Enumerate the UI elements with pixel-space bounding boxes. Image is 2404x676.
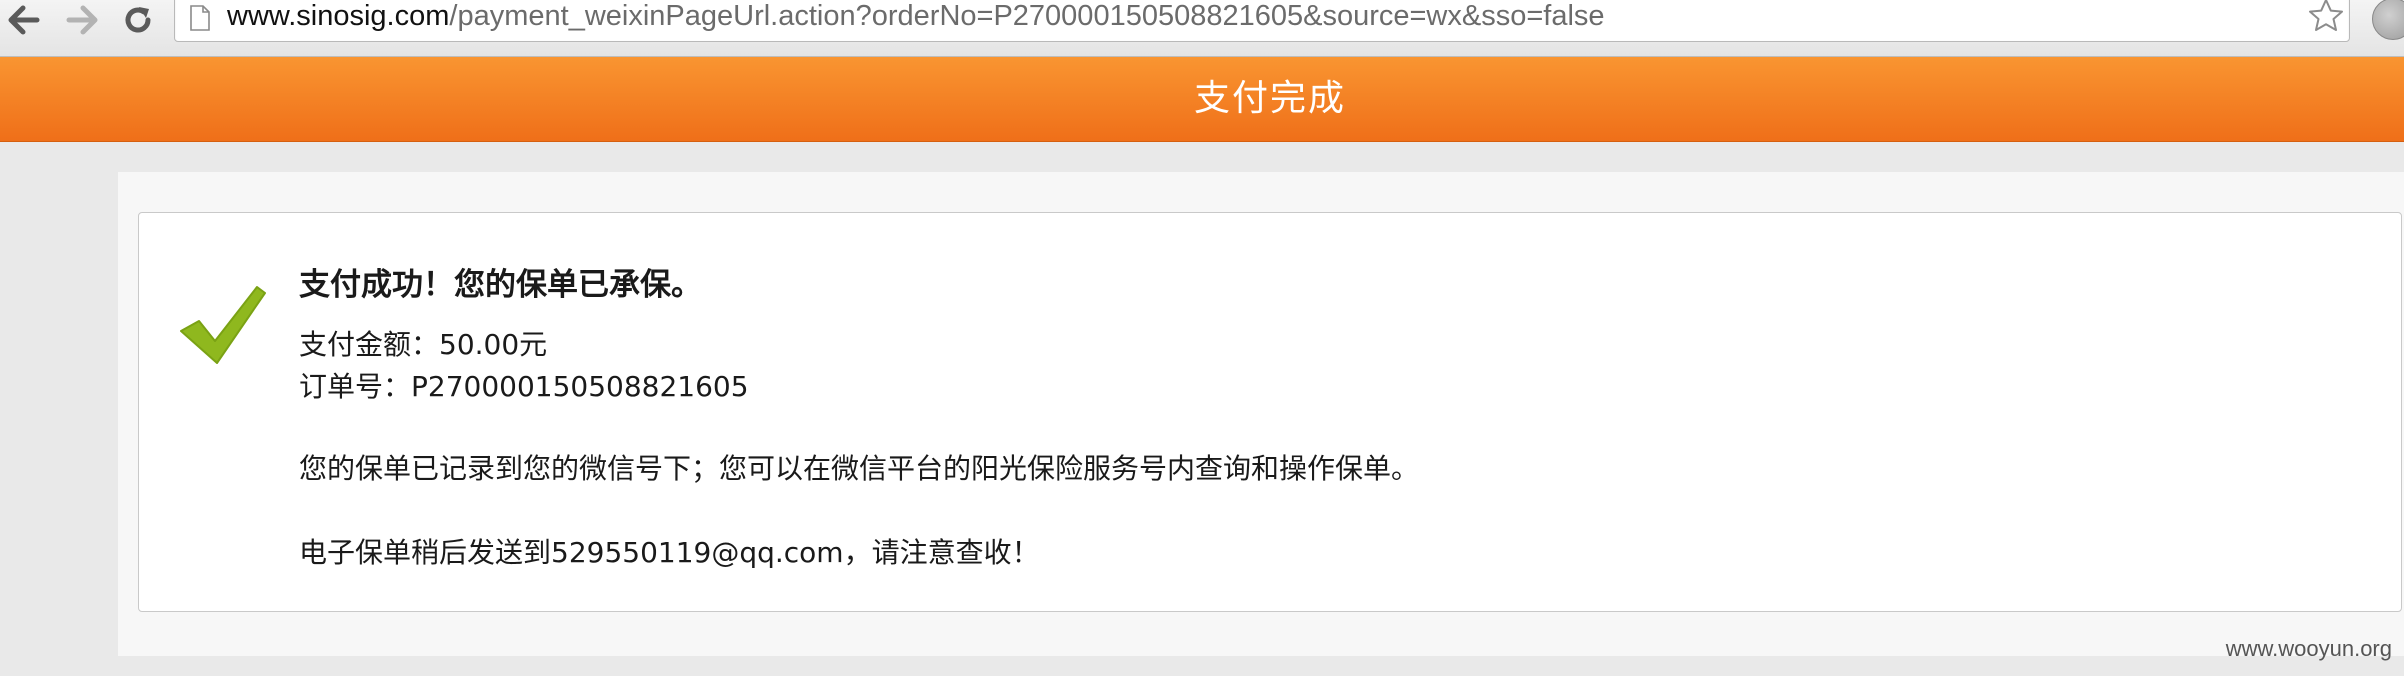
email-note: 电子保单稍后发送到529550119@qq.com，请注意查收！	[299, 536, 1040, 569]
checkmark-icon	[180, 286, 266, 364]
order-number: 订单号：P270000150508821605	[299, 370, 749, 403]
avatar-icon[interactable]	[2372, 0, 2404, 40]
payment-amount: 支付金额：50.00元	[299, 328, 548, 361]
url-domain: www.sinosig.com	[227, 0, 450, 32]
success-title: 支付成功！您的保单已承保。	[299, 267, 702, 303]
back-button[interactable]	[2, 0, 46, 40]
reload-button[interactable]	[116, 0, 160, 40]
watermark: www.wooyun.org	[2225, 636, 2392, 661]
document-icon	[190, 5, 210, 31]
page-title: 支付完成	[1193, 78, 1346, 119]
forward-button[interactable]	[60, 0, 104, 40]
policy-note: 您的保单已记录到您的微信号下；您可以在微信平台的阳光保险服务号内查询和操作保单。	[299, 452, 1420, 485]
content-panel: 支付成功！您的保单已承保。 支付金额：50.00元 订单号：P270000150…	[118, 172, 2404, 656]
url-path: /payment_weixinPageUrl.action?orderNo=P2…	[449, 0, 1605, 32]
browser-toolbar: www.sinosig.com/payment_weixinPageUrl.ac…	[0, 0, 2404, 57]
payment-result-card: 支付成功！您的保单已承保。 支付金额：50.00元 订单号：P270000150…	[138, 212, 2402, 612]
arrow-left-icon	[8, 5, 40, 35]
url-text[interactable]: www.sinosig.com/payment_weixinPageUrl.ac…	[227, 0, 1605, 36]
star-icon[interactable]	[2307, 0, 2345, 35]
page-header: 支付完成	[0, 57, 2404, 142]
arrow-right-icon	[66, 5, 98, 35]
address-bar[interactable]: www.sinosig.com/payment_weixinPageUrl.ac…	[174, 0, 2350, 42]
reload-icon	[125, 7, 151, 33]
